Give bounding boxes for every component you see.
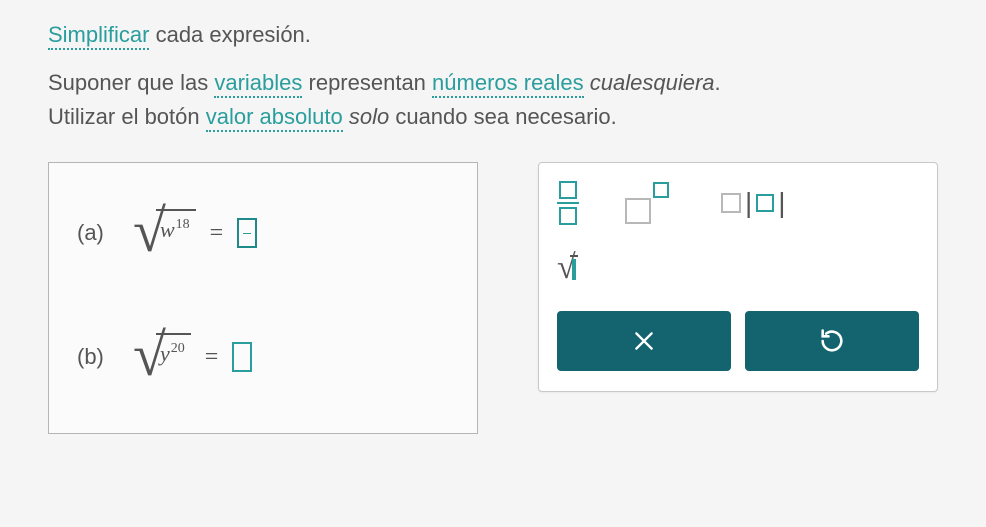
equals-sign: = [205,344,219,371]
placeholder-icon [559,207,577,225]
reset-button[interactable] [745,311,919,371]
problem-b: (b) √ y20 = [77,327,449,387]
fraction-bar-icon [557,202,579,204]
problem-box: (a) √ w18 = (b) √ [48,162,478,434]
math-base: w [160,217,175,242]
placeholder-icon [572,259,576,280]
placeholder-icon [721,193,741,213]
placeholder-icon [653,182,669,198]
pipe-icon: | [745,187,752,219]
pipe-icon: | [778,187,785,219]
sqrt-expression: √ y20 [133,327,191,387]
math-exponent: 18 [176,217,190,232]
instruction-block: Simplificar cada expresión. Suponer que … [48,18,956,134]
power-button[interactable] [625,182,675,224]
text-italic: solo [349,104,389,129]
fraction-button[interactable] [557,181,579,225]
text: Utilizar el botón [48,104,206,129]
text: cuando sea necesario. [389,104,617,129]
text: . [715,70,721,95]
term-numeros-reales[interactable]: números reales [432,70,584,98]
placeholder-icon [559,181,577,199]
tool-panel: | | √ [538,162,938,392]
problem-label: (a) [77,220,115,246]
sqrt-button[interactable]: √ [557,251,578,285]
placeholder-icon [625,198,651,224]
clear-button[interactable] [557,311,731,371]
answer-input-a[interactable] [237,218,257,248]
placeholder-icon [756,194,774,212]
problem-a: (a) √ w18 = [77,203,449,263]
math-exponent: 20 [171,341,185,356]
x-icon [631,328,657,354]
text: cada expresión. [149,22,310,47]
equals-sign: = [210,220,224,247]
term-valor-absoluto[interactable]: valor absoluto [206,104,343,132]
text-italic: cualesquiera [590,70,715,95]
math-base: y [160,341,170,366]
text: representan [302,70,432,95]
undo-icon [818,327,846,355]
term-variables[interactable]: variables [214,70,302,98]
sqrt-expression: √ w18 [133,203,196,263]
answer-input-b[interactable] [232,342,252,372]
problem-label: (b) [77,344,115,370]
absolute-value-button[interactable]: | | [721,187,786,219]
text: Suponer que las [48,70,214,95]
term-simplificar[interactable]: Simplificar [48,22,149,50]
